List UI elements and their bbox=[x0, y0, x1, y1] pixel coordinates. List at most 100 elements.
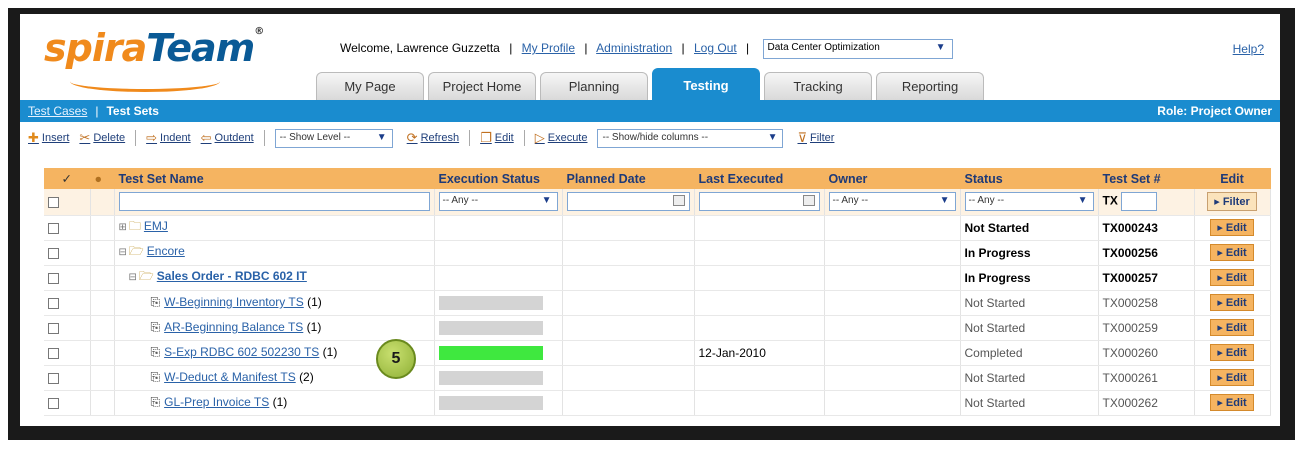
owner-filter[interactable]: -- Any -- ▼ bbox=[828, 192, 956, 212]
table-row: ⎘ AR-Beginning Balance TS (1) Not Started… bbox=[44, 315, 1271, 341]
test-set-link[interactable]: W-Deduct & Manifest TS bbox=[164, 370, 296, 384]
select-all-column[interactable]: ✓ bbox=[44, 168, 91, 189]
chevron-down-icon: ▼ bbox=[935, 42, 946, 53]
tab-project-home[interactable]: Project Home bbox=[428, 72, 536, 100]
collapse-icon[interactable]: ⊟ bbox=[129, 272, 137, 283]
row-checkbox[interactable] bbox=[48, 347, 59, 359]
logo-swoosh bbox=[70, 78, 220, 92]
row-edit-button[interactable]: ▸ Edit bbox=[1210, 294, 1254, 311]
row-checkbox[interactable] bbox=[48, 247, 59, 259]
row-edit-button[interactable]: ▸ Edit bbox=[1210, 269, 1254, 286]
test-set-id: TX000243 bbox=[1098, 215, 1195, 241]
delete-icon: ✂ bbox=[79, 130, 91, 145]
my-profile-link[interactable]: My Profile bbox=[522, 41, 575, 55]
tab-tracking[interactable]: Tracking bbox=[764, 72, 872, 100]
test-set-link[interactable]: Encore bbox=[147, 244, 185, 258]
table-row: ⊟ 🗁 Encore In Progress TX000256 ▸ Edit bbox=[44, 240, 1271, 266]
refresh-button[interactable]: ⟳ Refresh bbox=[407, 130, 459, 146]
column-header-test-set-num[interactable]: Test Set # bbox=[1098, 168, 1195, 189]
column-header-owner[interactable]: Owner bbox=[824, 168, 961, 189]
execute-button[interactable]: ▷ Execute bbox=[535, 130, 588, 146]
test-sets-current: Test Sets bbox=[106, 104, 159, 118]
chevron-down-icon: ▼ bbox=[1077, 195, 1088, 207]
indent-button[interactable]: ⇨ Indent bbox=[146, 130, 191, 146]
delete-button[interactable]: ✂ Delete bbox=[79, 130, 125, 146]
chevron-down-icon: ▼ bbox=[939, 195, 950, 207]
select-all-checkbox[interactable] bbox=[48, 197, 59, 209]
last-executed-filter[interactable] bbox=[698, 192, 820, 212]
test-set-id-filter[interactable] bbox=[1121, 192, 1158, 212]
collapse-icon[interactable]: ⊟ bbox=[119, 247, 127, 258]
row-edit-button[interactable]: ▸ Edit bbox=[1210, 344, 1254, 361]
show-hide-columns-select[interactable]: -- Show/hide columns -- ▼ bbox=[597, 128, 784, 148]
apply-filter-button[interactable]: ▸ Filter bbox=[1207, 192, 1257, 212]
project-select[interactable]: Data Center Optimization ▼ bbox=[762, 39, 953, 59]
test-set-link[interactable]: GL-Prep Invoice TS bbox=[164, 395, 269, 409]
table-row: ⊟ 🗁 Sales Order - RDBC 602 IT In Progress … bbox=[44, 265, 1271, 291]
calendar-icon[interactable] bbox=[672, 195, 685, 207]
exec-status-filter[interactable]: -- Any -- ▼ bbox=[438, 192, 558, 212]
row-checkbox[interactable] bbox=[48, 397, 59, 409]
row-edit-button[interactable]: ▸ Edit bbox=[1210, 369, 1254, 386]
row-edit-button[interactable]: ▸ Edit bbox=[1210, 319, 1254, 336]
calendar-icon[interactable] bbox=[802, 195, 815, 207]
play-icon: ▷ bbox=[534, 130, 545, 145]
edit-button[interactable]: ❐ Edit bbox=[480, 130, 514, 146]
expand-icon[interactable]: ⊞ bbox=[119, 222, 127, 233]
row-checkbox[interactable] bbox=[48, 322, 59, 334]
status-filter[interactable]: -- Any -- ▼ bbox=[964, 192, 1094, 212]
folder-open-icon: 🗁 bbox=[138, 269, 154, 283]
test-cases-link[interactable]: Test Cases bbox=[28, 104, 87, 118]
row-checkbox[interactable] bbox=[48, 297, 59, 309]
test-set-link[interactable]: S-Exp RDBC 602 502230 TS bbox=[164, 345, 319, 359]
filter-icon: ⊽ bbox=[797, 130, 807, 145]
execution-progress-bar bbox=[438, 295, 543, 310]
status-cell: In Progress bbox=[960, 240, 1099, 266]
show-level-select[interactable]: -- Show Level -- ▼ bbox=[274, 128, 393, 148]
test-sets-grid: ✓ ● Test Set Name Execution Status Plann… bbox=[44, 168, 1271, 416]
test-set-id: TX000258 bbox=[1098, 290, 1195, 316]
table-row: ⎘ S-Exp RDBC 602 502230 TS (1) 12-Jan-201… bbox=[44, 340, 1271, 366]
help-link[interactable]: Help? bbox=[1233, 42, 1264, 56]
folder-icon: 🗀 bbox=[128, 219, 141, 233]
row-edit-button[interactable]: ▸ Edit bbox=[1210, 219, 1254, 236]
execution-progress-bar bbox=[438, 320, 543, 335]
tab-testing[interactable]: Testing bbox=[652, 68, 760, 100]
insert-button[interactable]: ✚ Insert bbox=[28, 130, 69, 146]
column-header-name[interactable]: Test Set Name bbox=[114, 168, 435, 189]
welcome-bar: Welcome, Lawrence Guzzetta | My Profile … bbox=[340, 39, 953, 59]
tab-planning[interactable]: Planning bbox=[540, 72, 648, 100]
test-set-link[interactable]: W-Beginning Inventory TS bbox=[164, 295, 304, 309]
log-out-link[interactable]: Log Out bbox=[694, 41, 737, 55]
chevron-down-icon: ▼ bbox=[376, 131, 387, 143]
test-set-icon: ⎘ bbox=[150, 320, 161, 334]
spirateam-logo[interactable]: spiraTeam® bbox=[44, 26, 264, 70]
administration-link[interactable]: Administration bbox=[596, 41, 672, 55]
test-set-icon: ⎘ bbox=[150, 295, 161, 309]
role-label: Role: Project Owner bbox=[1157, 104, 1272, 118]
row-checkbox[interactable] bbox=[48, 372, 59, 384]
status-cell: Not Started bbox=[960, 365, 1099, 391]
row-edit-button[interactable]: ▸ Edit bbox=[1210, 244, 1254, 261]
test-set-id: TX000256 bbox=[1098, 240, 1195, 266]
column-header-last-executed[interactable]: Last Executed bbox=[694, 168, 825, 189]
test-set-link[interactable]: EMJ bbox=[144, 219, 168, 233]
execution-progress-bar bbox=[438, 370, 543, 385]
row-edit-button[interactable]: ▸ Edit bbox=[1210, 394, 1254, 411]
filter-button[interactable]: ⊽ Filter bbox=[797, 130, 834, 146]
test-set-id: TX000257 bbox=[1098, 265, 1195, 291]
tab-my-page[interactable]: My Page bbox=[316, 72, 424, 100]
test-set-link[interactable]: AR-Beginning Balance TS bbox=[164, 320, 303, 334]
row-checkbox[interactable] bbox=[48, 222, 59, 234]
toolbar: ✚ Insert ✂ Delete ⇨ Indent ⇦ Outdent -- Show… bbox=[28, 128, 844, 148]
row-checkbox[interactable] bbox=[48, 272, 59, 284]
column-header-exec-status[interactable]: Execution Status bbox=[434, 168, 563, 189]
planned-date-filter[interactable] bbox=[566, 192, 690, 212]
name-filter-input[interactable] bbox=[118, 192, 430, 212]
column-header-status[interactable]: Status bbox=[960, 168, 1099, 189]
test-set-link[interactable]: Sales Order - RDBC 602 IT bbox=[157, 269, 307, 283]
tab-reporting[interactable]: Reporting bbox=[876, 72, 984, 100]
column-header-planned-date[interactable]: Planned Date bbox=[562, 168, 695, 189]
filter-row: -- Any -- ▼ -- Any -- ▼ -- Any -- ▼ TX ▸ Fi… bbox=[44, 189, 1271, 216]
outdent-button[interactable]: ⇦ Outdent bbox=[201, 130, 254, 146]
